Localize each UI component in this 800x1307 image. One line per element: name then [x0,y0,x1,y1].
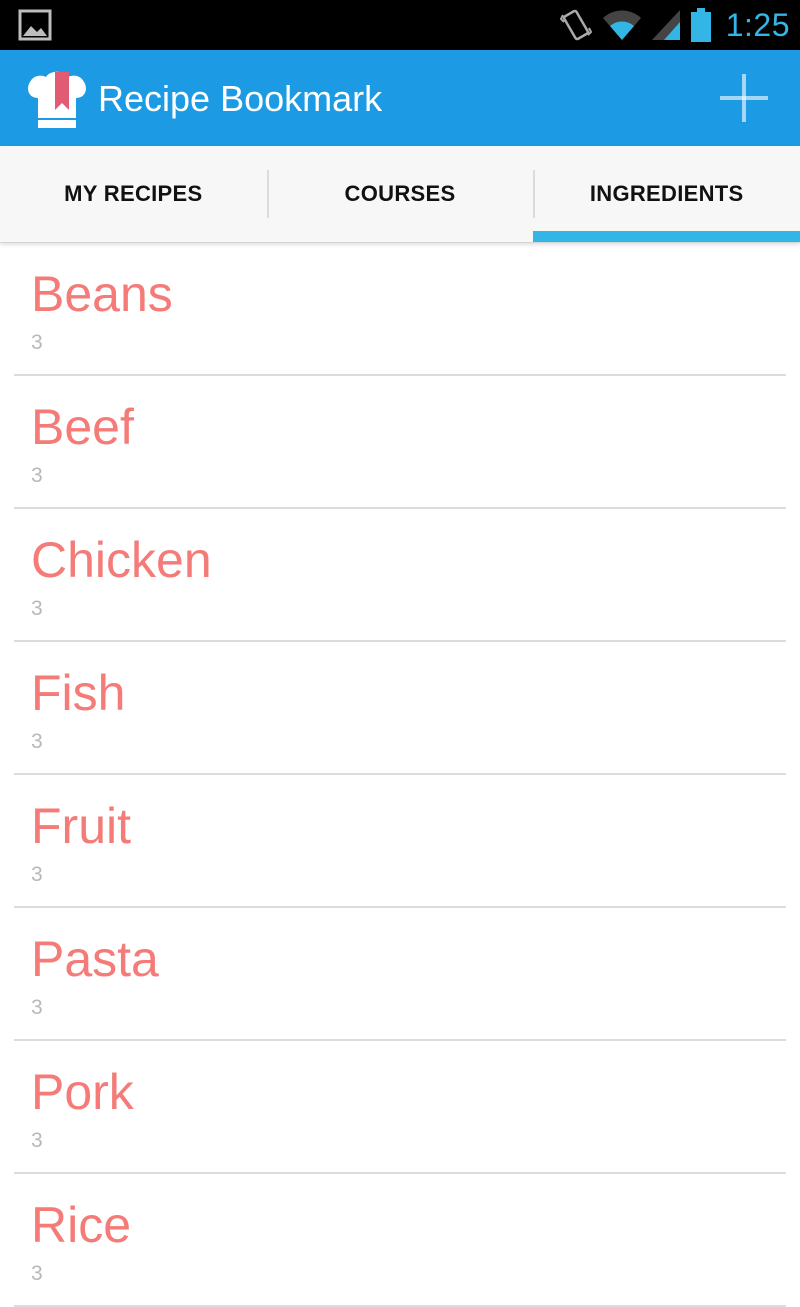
cell-signal-icon [651,7,680,43]
ingredient-name: Pasta [31,931,159,987]
ingredient-name: Pork [31,1064,134,1120]
plus-icon [720,74,768,122]
list-item[interactable]: Pasta 3 [14,908,786,1041]
list-item[interactable]: Pork 3 [14,1041,786,1174]
recipe-count: 3 [31,1129,43,1152]
ingredient-name: Beans [31,266,173,322]
recipe-count: 3 [31,331,43,354]
recipe-count: 3 [31,996,43,1019]
app-title: Recipe Bookmark [98,78,383,119]
wifi-icon [602,7,642,43]
list-item[interactable]: Beans 3 [14,243,786,376]
gallery-notification-icon [18,9,52,41]
recipe-count: 3 [31,464,43,487]
list-item[interactable]: Beef 3 [14,376,786,509]
list-item[interactable]: Chicken 3 [14,509,786,642]
recipe-count: 3 [31,863,43,886]
tab-bar: MY RECIPES COURSES INGREDIENTS [0,146,800,243]
status-bar: 1:25 [0,0,800,50]
clock: 1:25 [725,6,790,43]
list-item[interactable]: Fruit 3 [14,775,786,908]
list-item[interactable]: Rice 3 [14,1174,786,1307]
ingredient-name: Fruit [31,798,131,854]
list-item[interactable]: Fish 3 [14,642,786,775]
tab-courses[interactable]: COURSES [266,146,534,242]
ingredient-name: Fish [31,665,126,721]
ingredient-name: Beef [31,399,134,455]
recipe-count: 3 [31,730,43,753]
recipe-count: 3 [31,1262,43,1285]
recipe-count: 3 [31,597,43,620]
action-bar: Recipe Bookmark [0,50,800,146]
ingredient-list: Beans 3 Beef 3 Chicken 3 Fish 3 Fruit 3 … [0,243,800,1307]
ingredient-name: Chicken [31,532,212,588]
add-button[interactable] [718,72,770,124]
battery-icon [690,7,712,43]
tab-my-recipes[interactable]: MY RECIPES [0,146,267,242]
tab-ingredients[interactable]: INGREDIENTS [533,146,800,242]
ingredient-name: Rice [31,1197,132,1253]
vibrate-icon [559,7,592,43]
chef-hat-bookmark-icon[interactable] [24,68,90,130]
